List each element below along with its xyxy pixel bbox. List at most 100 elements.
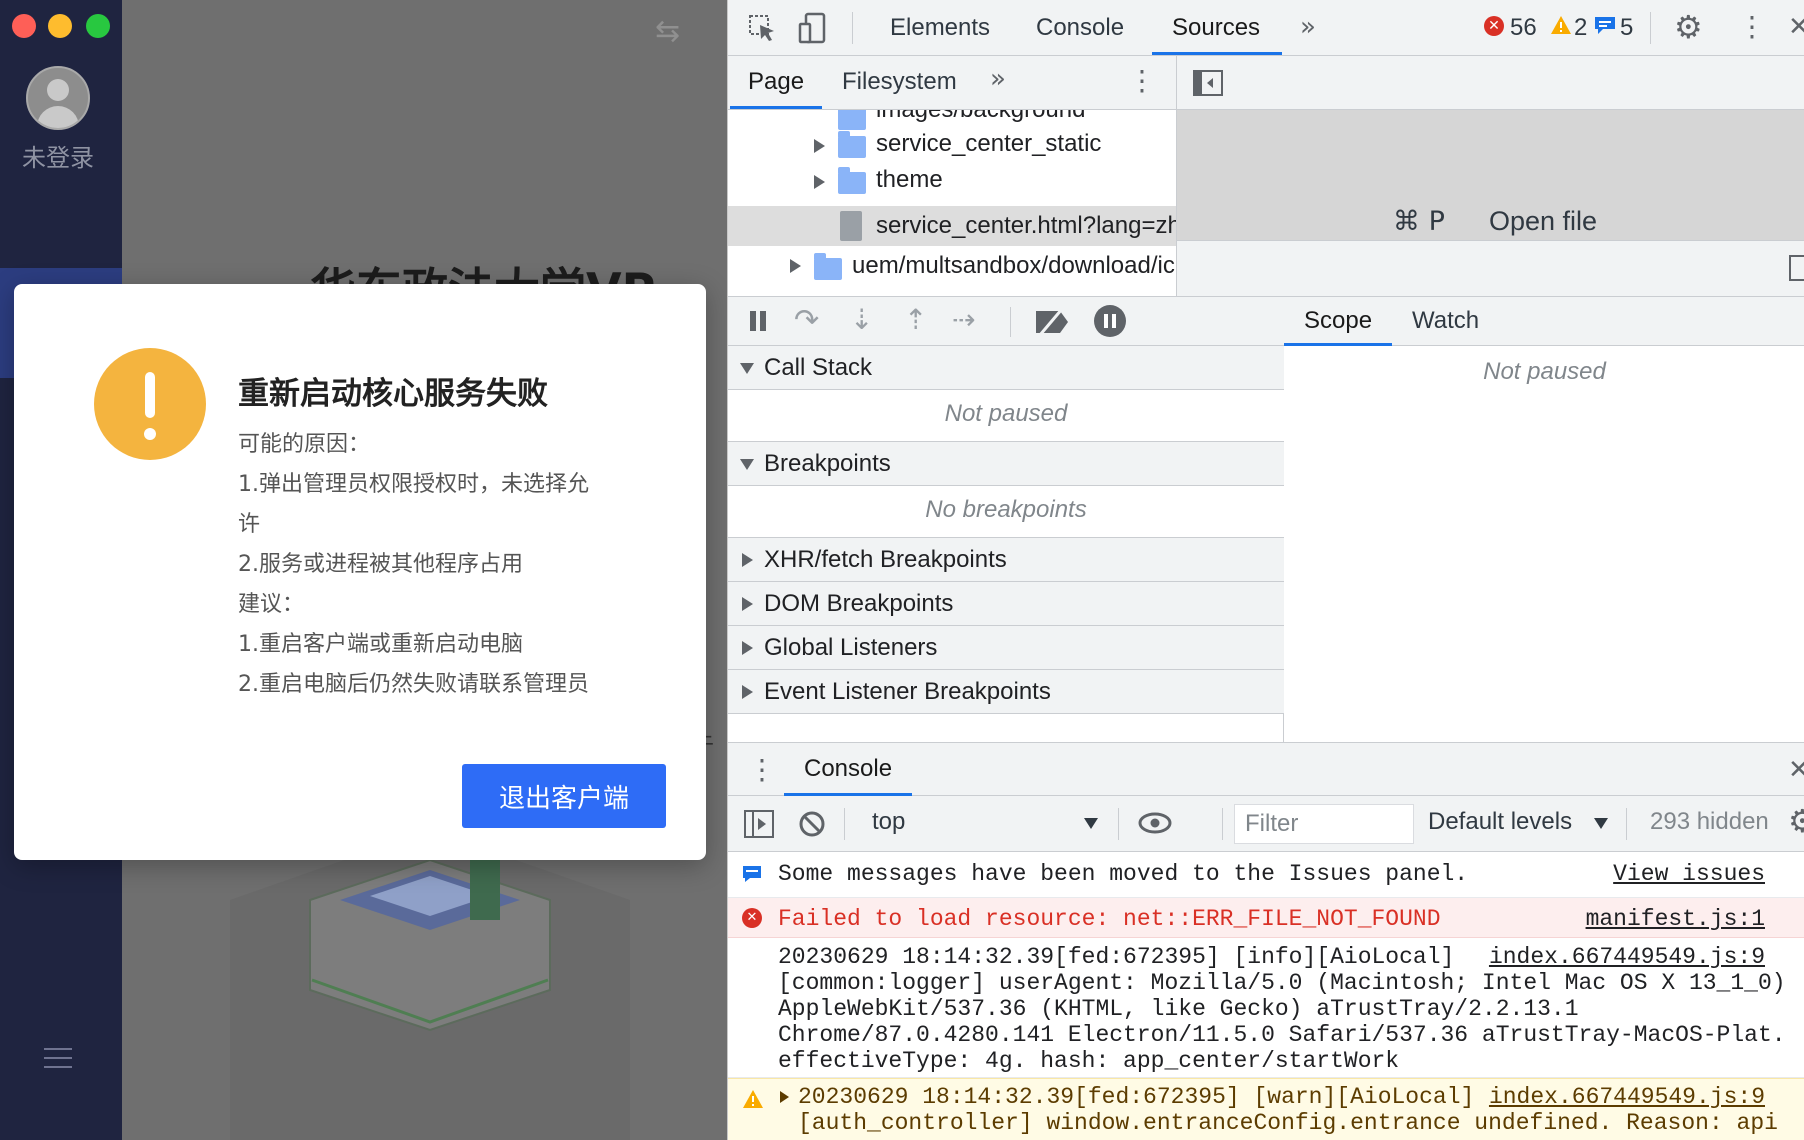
show-sidebar-icon[interactable]: [744, 810, 774, 838]
warning-count-icon[interactable]: [1550, 15, 1572, 35]
expand-arrow-icon[interactable]: [814, 175, 825, 189]
avatar[interactable]: [26, 66, 90, 130]
console-message-warning: 20230629 18:14:32.39[fed:672395] [warn][…: [728, 1078, 1804, 1140]
drawer-header: ⋮ Console ✕: [728, 742, 1804, 796]
toggle-debugger-icon[interactable]: [1789, 255, 1804, 281]
debugger-sidebar: Call Stack Not paused Breakpoints No bre…: [728, 346, 1284, 742]
devtools-panel: Elements Console Sources » ✕ 56 2 5 ⚙ ⋮ …: [727, 0, 1804, 1140]
tree-item[interactable]: theme: [728, 166, 1176, 206]
context-selector[interactable]: top: [872, 808, 905, 836]
section-dom-breakpoints[interactable]: DOM Breakpoints: [728, 582, 1284, 626]
expand-arrow-icon[interactable]: [742, 553, 753, 567]
devtools-toolbar: Elements Console Sources » ✕ 56 2 5 ⚙ ⋮ …: [728, 0, 1804, 56]
expand-arrow-icon[interactable]: [742, 685, 753, 699]
more-options-icon[interactable]: ⋮: [1738, 10, 1766, 43]
log-levels-dropdown[interactable]: Default levels: [1428, 808, 1572, 836]
scope-empty: Not paused: [1483, 358, 1606, 385]
message-source-link[interactable]: index.667449549.js:9: [1489, 944, 1765, 970]
expand-arrow-icon[interactable]: [742, 597, 753, 611]
minimize-window-button[interactable]: [48, 14, 72, 38]
open-file-shortcut: ⌘ P: [1393, 206, 1445, 237]
issues-info-icon: [743, 866, 761, 882]
section-call-stack[interactable]: Call Stack: [728, 346, 1284, 390]
pause-on-exceptions-icon[interactable]: [1094, 305, 1126, 337]
message-source-link[interactable]: manifest.js:1: [1586, 906, 1765, 932]
folder-icon: [814, 253, 842, 280]
dialog-line: 2.服务或进程被其他程序占用: [238, 552, 523, 577]
info-count-icon[interactable]: [1594, 15, 1616, 35]
error-dialog: 重新启动核心服务失败 可能的原因： 1.弹出管理员权限授权时，未选择允 许 2.…: [14, 284, 706, 860]
navigator-header: Page Filesystem » ⋮: [728, 56, 1176, 110]
tab-watch[interactable]: Watch: [1412, 307, 1479, 335]
menu-icon[interactable]: [44, 1048, 72, 1070]
warning-icon: [94, 348, 206, 460]
close-devtools-icon[interactable]: ✕: [1788, 12, 1804, 42]
console-message-error: ✕ Failed to load resource: net::ERR_FILE…: [728, 898, 1804, 938]
exit-client-button[interactable]: 退出客户端: [462, 764, 666, 828]
expand-arrow-icon[interactable]: [790, 259, 801, 273]
expand-arrow-icon[interactable]: [742, 641, 753, 655]
step-out-icon[interactable]: ⇡: [904, 303, 927, 336]
tab-console[interactable]: Console: [1036, 14, 1124, 42]
info-count[interactable]: 5: [1620, 14, 1633, 42]
warning-count[interactable]: 2: [1574, 14, 1587, 42]
section-event-listener-breakpoints[interactable]: Event Listener Breakpoints: [728, 670, 1284, 714]
call-stack-empty: Not paused: [728, 390, 1284, 442]
error-count-icon[interactable]: ✕: [1484, 16, 1504, 36]
step-over-icon[interactable]: ↷: [794, 303, 819, 338]
expand-message-icon[interactable]: [780, 1091, 789, 1103]
dialog-line: 2.重启电脑后仍然失败请联系管理员: [238, 672, 589, 697]
more-nav-tabs-icon[interactable]: »: [990, 64, 1006, 94]
console-toolbar: top Default levels 293 hidden ⚙: [728, 796, 1804, 852]
file-tree: images/background service_center_static …: [728, 110, 1176, 296]
tab-elements[interactable]: Elements: [890, 14, 990, 42]
error-icon: ✕: [742, 908, 762, 928]
folder-icon: [838, 131, 866, 158]
login-status-label[interactable]: 未登录: [0, 138, 116, 173]
tree-item[interactable]: service_center_static: [728, 126, 1176, 166]
navigator-menu-icon[interactable]: ⋮: [1128, 64, 1156, 97]
collapse-arrow-icon[interactable]: [740, 363, 754, 374]
nav-tab-filesystem[interactable]: Filesystem: [842, 68, 957, 96]
zoom-window-button[interactable]: [86, 14, 110, 38]
section-xhr-breakpoints[interactable]: XHR/fetch Breakpoints: [728, 538, 1284, 582]
view-issues-link[interactable]: View issues: [1613, 861, 1765, 887]
close-window-button[interactable]: [12, 14, 36, 38]
active-tab-indicator: [1152, 52, 1282, 55]
settings-gear-icon[interactable]: ⚙: [1674, 8, 1703, 46]
levels-dropdown-icon[interactable]: [1594, 818, 1608, 829]
context-dropdown-icon[interactable]: [1084, 818, 1098, 829]
device-toolbar-icon[interactable]: [798, 12, 828, 44]
step-into-icon[interactable]: ⇣: [850, 303, 873, 336]
drawer-menu-icon[interactable]: ⋮: [748, 753, 776, 786]
close-drawer-icon[interactable]: ✕: [1788, 755, 1804, 785]
console-settings-icon[interactable]: ⚙: [1788, 802, 1804, 840]
collapse-arrow-icon[interactable]: [740, 459, 754, 470]
tab-sources[interactable]: Sources: [1172, 14, 1260, 42]
dialog-line: 许: [238, 512, 261, 537]
tree-item[interactable]: uem/multsandbox/download/ic: [728, 246, 1176, 286]
drawer-tab-console[interactable]: Console: [804, 755, 892, 783]
open-file-hint[interactable]: Open file: [1489, 206, 1597, 237]
step-icon[interactable]: ⇢: [952, 303, 975, 336]
swap-icon[interactable]: ⇆: [655, 14, 680, 49]
section-global-listeners[interactable]: Global Listeners: [728, 626, 1284, 670]
toggle-navigator-icon[interactable]: [1193, 70, 1223, 96]
section-breakpoints[interactable]: Breakpoints: [728, 442, 1284, 486]
deactivate-breakpoints-icon[interactable]: [1032, 307, 1072, 337]
console-filter-input[interactable]: [1234, 804, 1414, 844]
breakpoints-empty: No breakpoints: [728, 486, 1284, 538]
live-expression-eye-icon[interactable]: [1138, 812, 1172, 834]
tree-item-selected[interactable]: service_center.html?lang=zh: [728, 206, 1176, 246]
more-tabs-icon[interactable]: »: [1300, 12, 1316, 42]
scope-pane: Not paused: [1284, 346, 1804, 742]
nav-tab-page[interactable]: Page: [748, 68, 804, 96]
error-count[interactable]: 56: [1510, 14, 1537, 42]
pause-icon[interactable]: [750, 311, 756, 331]
expand-arrow-icon[interactable]: [814, 139, 825, 153]
message-source-link[interactable]: index.667449549.js:9: [1489, 1084, 1765, 1110]
editor-area: ⌘ P Open file: [1177, 56, 1804, 296]
inspect-element-icon[interactable]: [748, 14, 776, 42]
clear-console-icon[interactable]: [798, 810, 826, 838]
tab-scope[interactable]: Scope: [1304, 307, 1372, 335]
